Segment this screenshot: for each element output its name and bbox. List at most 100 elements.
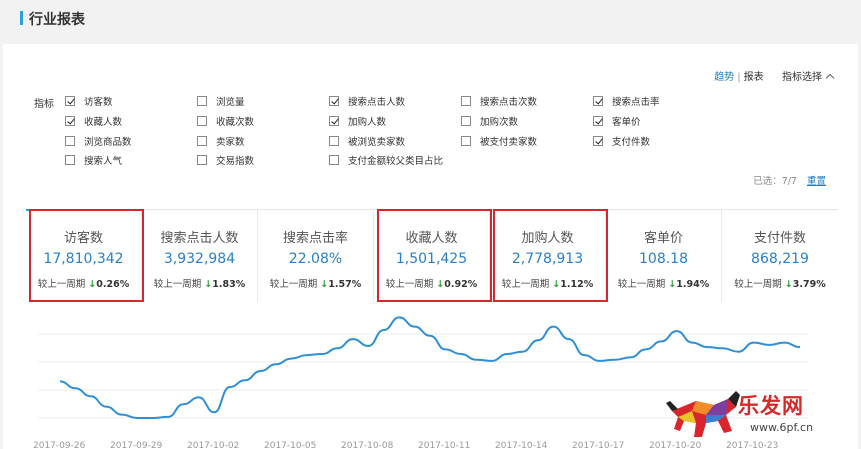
indicator-option[interactable]: 支付件数 — [593, 134, 650, 148]
highlight-box — [377, 209, 492, 302]
indicator-option[interactable]: 加购次数 — [461, 114, 518, 128]
change-percent: 1.57% — [328, 279, 362, 290]
metric-comparison: 较上一周期 ↓1.83% — [142, 276, 257, 290]
metric-name: 支付件数 — [753, 231, 806, 246]
indicator-option[interactable]: 搜索人气 — [65, 153, 122, 167]
indicator-option-label: 加购人数 — [348, 117, 387, 128]
indicator-option[interactable]: 卖家数 — [197, 134, 245, 148]
metric-name: 客单价 — [643, 231, 683, 246]
indicator-option[interactable]: 搜索点击次数 — [461, 94, 537, 108]
highlight-box — [29, 209, 144, 302]
view-separator: | — [737, 72, 741, 83]
checkbox-unchecked[interactable] — [197, 96, 207, 106]
selection-info: 已选：7/7 重置 — [753, 173, 826, 187]
indicator-option-label: 收藏人数 — [84, 117, 123, 128]
x-tick-label: 2017-10-02 — [187, 441, 240, 449]
checkbox-unchecked[interactable] — [197, 116, 207, 126]
indicator-option[interactable]: 支付金额较父类目占比 — [329, 153, 443, 167]
checkbox-checked[interactable] — [329, 116, 339, 126]
watermark-url: www.6pf.cn — [750, 421, 814, 434]
indicator-option[interactable]: 客单价 — [593, 114, 641, 128]
metric-value: 22.08% — [288, 251, 343, 267]
indicator-option[interactable]: 被浏览卖家数 — [329, 134, 405, 148]
change-percent: 1.94% — [676, 279, 710, 290]
checkbox-unchecked[interactable] — [197, 155, 207, 165]
indicator-label: 指标 — [34, 99, 54, 110]
indicator-option[interactable]: 搜索点击率 — [593, 94, 660, 108]
page-title: 行业报表 — [29, 12, 85, 28]
indicator-option-label: 搜索点击次数 — [480, 97, 538, 108]
indicator-option-label: 被支付卖家数 — [480, 137, 538, 148]
indicator-option-label: 卖家数 — [216, 137, 245, 148]
indicator-option-label: 收藏次数 — [216, 117, 255, 128]
indicator-option-label: 加购次数 — [480, 117, 519, 128]
report-header: 行业报表 — [0, 0, 861, 38]
x-tick-label: 2017-10-11 — [418, 441, 471, 449]
compare-label: 较上一周期 — [617, 279, 666, 290]
checkbox-checked[interactable] — [593, 136, 603, 146]
view-switcher: 趋势 | 报表 指标选择 — [714, 68, 835, 83]
metric-comparison: 较上一周期 ↓1.94% — [606, 276, 721, 290]
indicator-option[interactable]: 收藏次数 — [197, 114, 254, 128]
selected-count: 已选：7/7 — [753, 176, 797, 187]
reset-button[interactable]: 重置 — [807, 176, 826, 187]
x-tick-label: 2017-09-26 — [33, 441, 86, 449]
compare-label: 较上一周期 — [269, 279, 318, 290]
change-percent: 1.83% — [212, 279, 246, 290]
indicator-option-label: 交易指数 — [216, 156, 255, 167]
indicator-option-label: 浏览商品数 — [84, 137, 132, 148]
highlight-box — [493, 209, 608, 302]
checkbox-unchecked[interactable] — [461, 96, 471, 106]
metric-value: 868,219 — [751, 251, 809, 267]
indicator-option-label: 被浏览卖家数 — [348, 137, 406, 148]
checkbox-unchecked[interactable] — [329, 155, 339, 165]
indicator-select-toggle[interactable]: 指标选择 — [782, 72, 822, 83]
x-tick-label: 2017-10-08 — [341, 441, 394, 449]
checkbox-unchecked[interactable] — [65, 136, 75, 146]
metric-name: 搜索点击人数 — [160, 231, 239, 246]
indicator-option-label: 支付金额较父类目占比 — [348, 156, 444, 167]
arrow-down-icon: ↓ — [784, 279, 793, 290]
checkbox-checked[interactable] — [65, 116, 75, 126]
checkbox-unchecked[interactable] — [197, 136, 207, 146]
checkbox-unchecked[interactable] — [65, 155, 75, 165]
trend-link[interactable]: 趋势 — [714, 72, 734, 83]
compare-label: 较上一周期 — [734, 279, 782, 290]
indicator-option[interactable]: 交易指数 — [197, 153, 254, 167]
checkbox-unchecked[interactable] — [461, 136, 471, 146]
indicator-option[interactable]: 收藏人数 — [65, 114, 122, 128]
indicator-option-label: 搜索点击率 — [612, 97, 660, 108]
checkbox-unchecked[interactable] — [329, 136, 339, 146]
checkbox-checked[interactable] — [593, 116, 603, 126]
checkbox-checked[interactable] — [329, 96, 339, 106]
metric-card[interactable]: 搜索点击人数 3,932,984 较上一周期 ↓1.83% — [142, 210, 258, 302]
indicator-option-label: 搜索人气 — [84, 156, 123, 167]
indicator-option[interactable]: 加购人数 — [329, 114, 386, 128]
x-tick-label: 2017-10-17 — [572, 441, 625, 449]
checkbox-checked[interactable] — [65, 96, 75, 106]
metric-name: 搜索点击率 — [282, 231, 348, 246]
checkbox-checked[interactable] — [593, 96, 603, 106]
indicator-option-label: 浏览量 — [216, 97, 245, 108]
metric-card[interactable]: 搜索点击率 22.08% 较上一周期 ↓1.57% — [258, 210, 374, 302]
indicator-option-label: 客单价 — [612, 117, 641, 128]
report-link[interactable]: 报表 — [744, 72, 764, 83]
checkbox-unchecked[interactable] — [461, 116, 471, 126]
watermark-brand: 乐发网 — [738, 393, 804, 418]
x-tick-label: 2017-09-29 — [110, 441, 163, 449]
metric-card[interactable]: 客单价 108.18 较上一周期 ↓1.94% — [606, 210, 722, 302]
indicator-option[interactable]: 浏览量 — [197, 94, 245, 108]
metric-value: 3,932,984 — [163, 251, 236, 267]
title-accent-bar — [20, 11, 23, 25]
metric-card[interactable]: 支付件数 868,219 较上一周期 ↓3.79% — [722, 210, 838, 302]
indicator-option[interactable]: 被支付卖家数 — [461, 134, 537, 148]
indicator-option[interactable]: 搜索点击人数 — [329, 94, 405, 108]
indicator-option[interactable]: 访客数 — [65, 94, 113, 108]
metric-comparison: 较上一周期 ↓3.79% — [722, 276, 838, 290]
change-percent: 3.79% — [792, 279, 826, 290]
chevron-up-icon[interactable] — [825, 73, 835, 83]
x-tick-label: 2017-10-14 — [495, 441, 548, 449]
metric-value: 108.18 — [639, 251, 688, 267]
x-tick-label: 2017-10-05 — [264, 441, 317, 449]
indicator-option[interactable]: 浏览商品数 — [65, 134, 132, 148]
